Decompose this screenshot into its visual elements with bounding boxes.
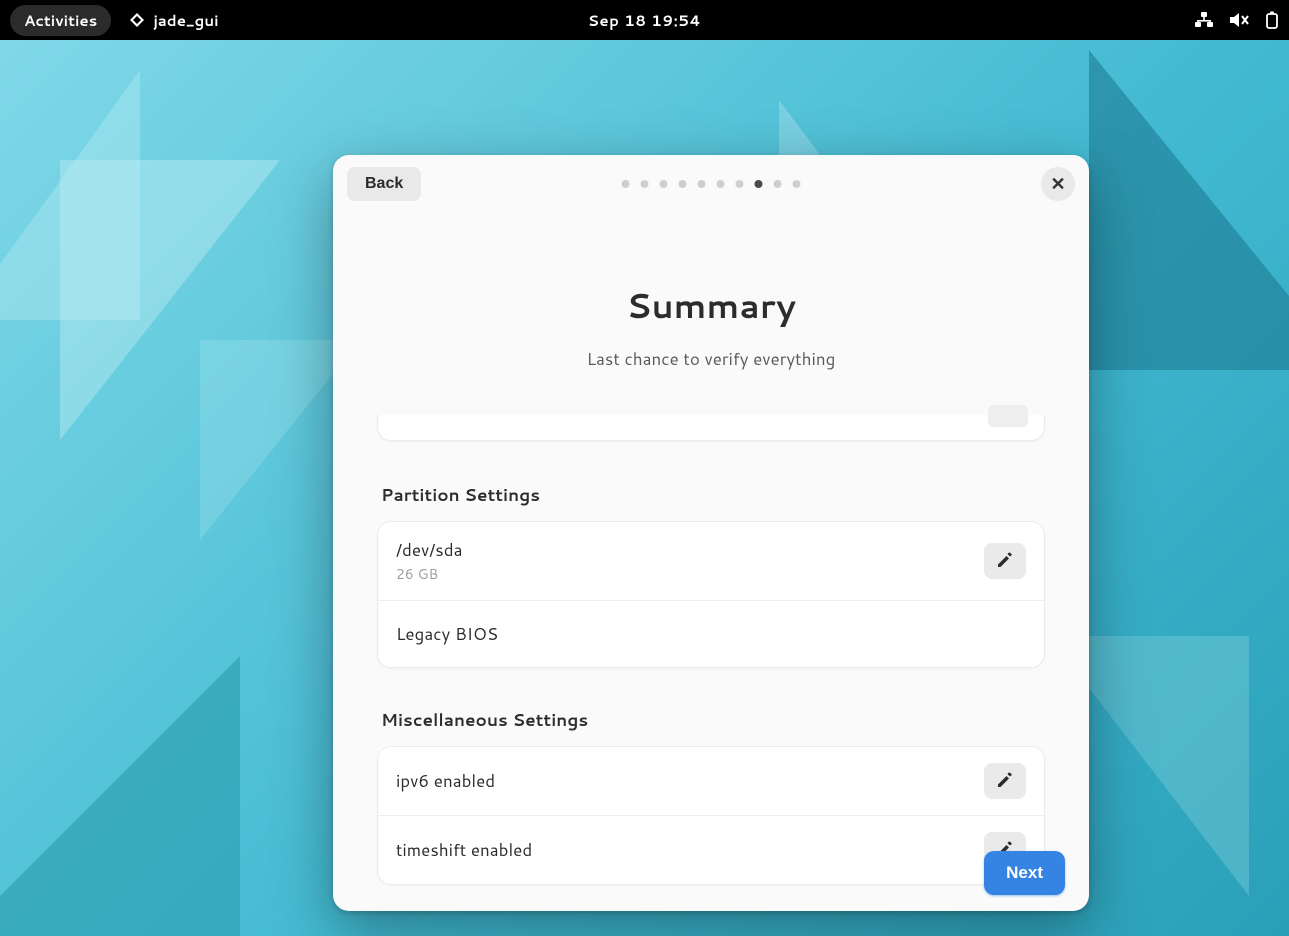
misc-heading: Miscellaneous Settings: [381, 708, 1041, 732]
page-indicator: [622, 180, 801, 188]
ipv6-row: ipv6 enabled: [378, 747, 1044, 816]
back-button[interactable]: Back: [347, 167, 421, 201]
pager-dot-active: [755, 180, 763, 188]
pencil-icon: [996, 551, 1014, 572]
disk-path-label: /dev/sda: [396, 538, 984, 562]
next-button-label: Next: [1006, 863, 1043, 882]
volume-muted-icon: [1229, 12, 1249, 28]
gnome-topbar: Activities jade_gui Sep 18 19:54: [0, 0, 1289, 40]
battery-icon: [1265, 11, 1279, 29]
page-subtitle: Last chance to verify everything: [377, 347, 1045, 371]
clock-label: Sep 18 19:54: [588, 10, 702, 31]
pager-dot: [641, 180, 649, 188]
pager-dot: [717, 180, 725, 188]
close-icon: ✕: [1050, 174, 1065, 195]
pager-dot: [736, 180, 744, 188]
timeshift-row: timeshift enabled: [378, 816, 1044, 884]
app-menu[interactable]: jade_gui: [129, 10, 218, 31]
activities-label: Activities: [24, 10, 97, 31]
back-button-label: Back: [365, 175, 403, 192]
desktop-wallpaper: Back ✕ Summary Last chance to verify eve…: [0, 40, 1289, 936]
partition-heading: Partition Settings: [381, 483, 1041, 507]
page-title: Summary: [377, 281, 1045, 329]
pager-dot: [679, 180, 687, 188]
misc-group: ipv6 enabled timeshift enabled: [377, 746, 1045, 885]
edit-partition-button[interactable]: [984, 543, 1026, 579]
footer: Next: [984, 851, 1065, 895]
ipv6-label: ipv6 enabled: [396, 769, 984, 793]
next-button[interactable]: Next: [984, 851, 1065, 895]
pager-dot: [774, 180, 782, 188]
pencil-icon: [996, 771, 1014, 792]
boot-mode-row: Legacy BIOS: [378, 601, 1044, 667]
system-tray[interactable]: [1195, 11, 1279, 29]
boot-mode-label: Legacy BIOS: [396, 622, 1026, 646]
close-button[interactable]: ✕: [1041, 167, 1075, 201]
pager-dot: [793, 180, 801, 188]
partition-group: /dev/sda 26 GB Legacy BIOS: [377, 521, 1045, 668]
pager-dot: [622, 180, 630, 188]
previous-group-peek: [377, 415, 1045, 441]
clock[interactable]: Sep 18 19:54: [588, 10, 702, 31]
activities-button[interactable]: Activities: [10, 5, 111, 36]
window-content[interactable]: Summary Last chance to verify everything…: [333, 213, 1089, 911]
installer-window: Back ✕ Summary Last chance to verify eve…: [333, 155, 1089, 911]
app-name-label: jade_gui: [153, 10, 218, 31]
app-icon: [129, 12, 145, 28]
timeshift-label: timeshift enabled: [396, 838, 984, 862]
network-icon: [1195, 12, 1213, 28]
pager-dot: [698, 180, 706, 188]
disk-size-label: 26 GB: [396, 564, 984, 584]
pager-dot: [660, 180, 668, 188]
partition-disk-row: /dev/sda 26 GB: [378, 522, 1044, 601]
headerbar: Back ✕: [333, 155, 1089, 213]
edit-ipv6-button[interactable]: [984, 763, 1026, 799]
